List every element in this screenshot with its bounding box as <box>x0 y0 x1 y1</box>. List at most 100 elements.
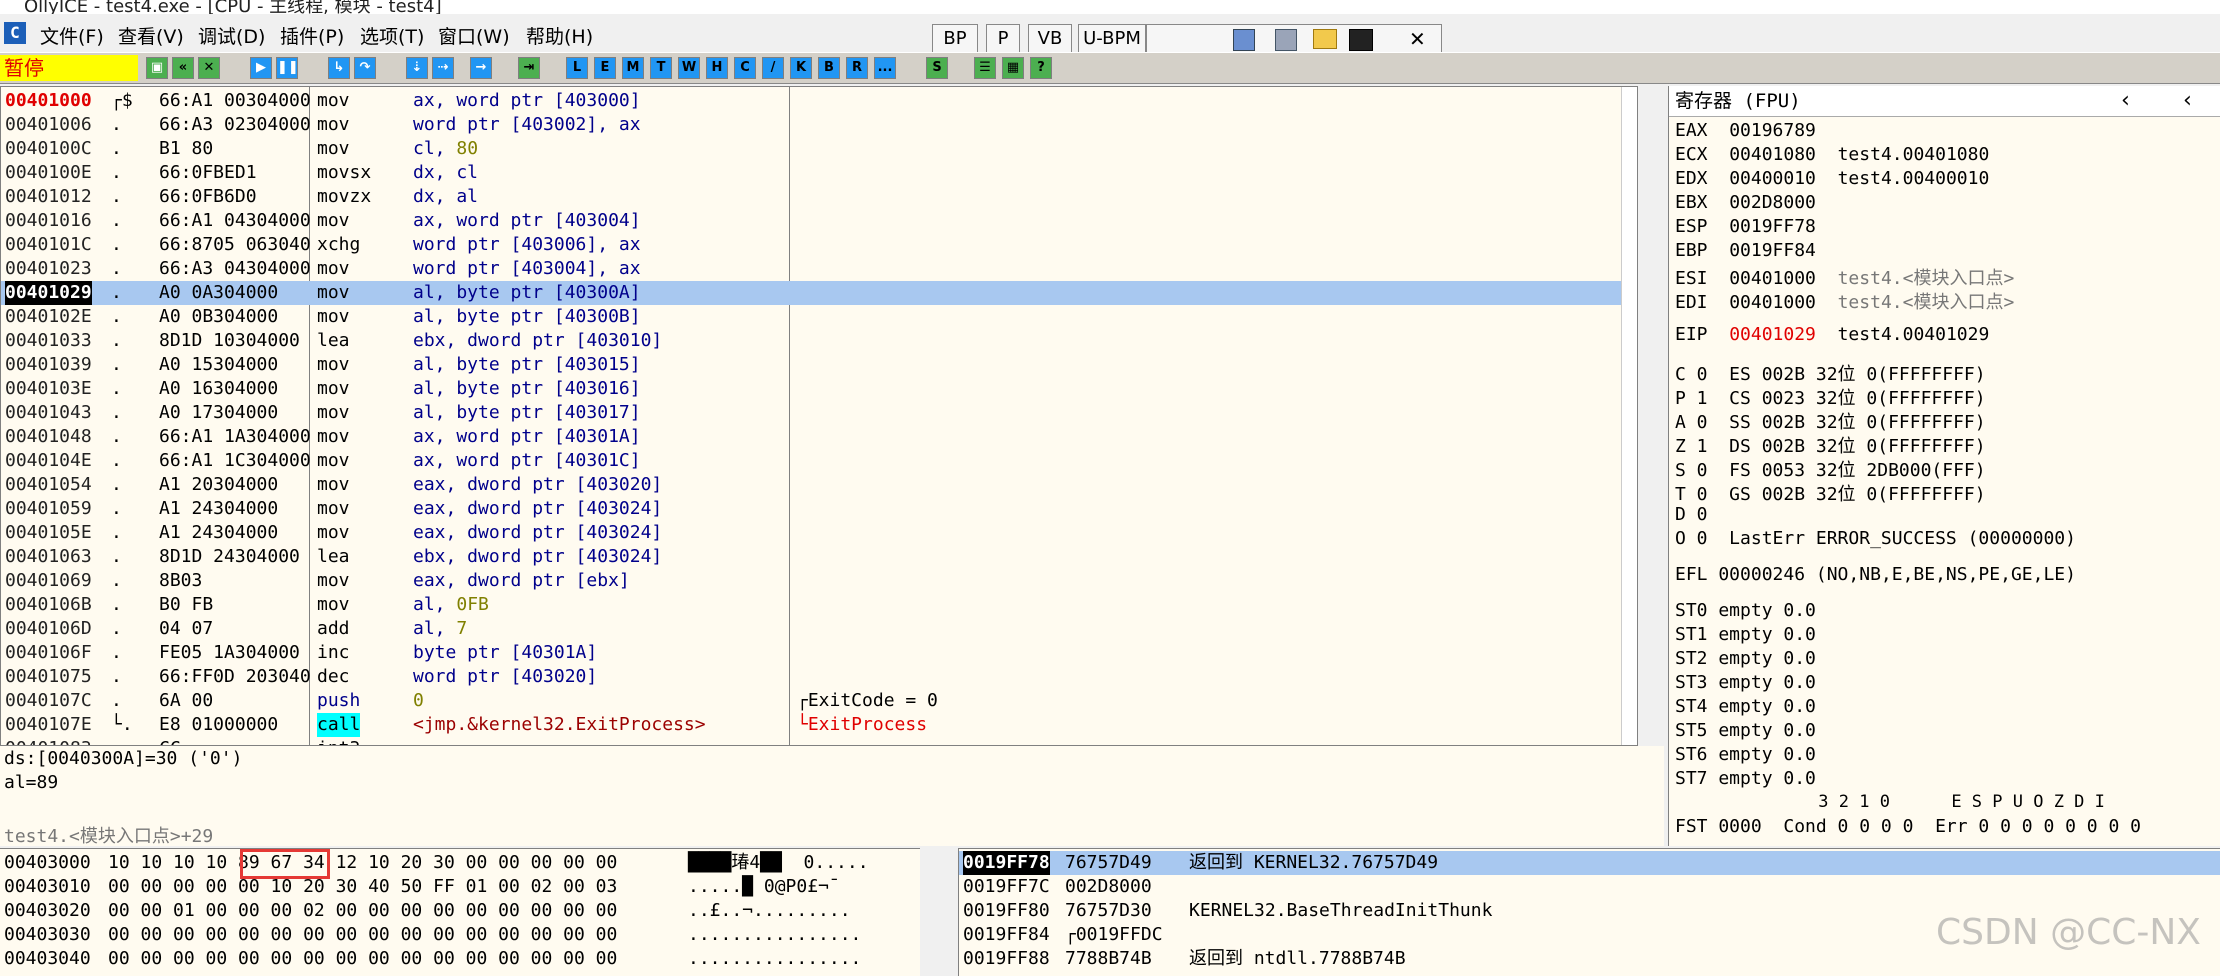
step-over-icon[interactable]: ↷ <box>354 57 376 79</box>
fpu-register-row[interactable]: ST0 empty 0.0 <box>1675 600 1816 621</box>
p-button[interactable]: P <box>986 24 1020 54</box>
disasm-row[interactable]: 0040105E. A1 24304000 mov eax, dword ptr [4… <box>1 521 1637 545</box>
toolbar-m-button[interactable]: M <box>622 57 644 79</box>
disasm-row[interactable]: 0040102E. A0 0B304000 mov al, byte ptr [403… <box>1 305 1637 329</box>
disasm-row[interactable]: 0040107C. 6A 00 push 0 ┌ExitCode = 0 <box>1 689 1637 713</box>
fpu-register-row[interactable]: ST7 empty 0.0 <box>1675 768 1816 789</box>
register-ebx[interactable]: EBX 002D8000 <box>1675 192 1838 213</box>
menu-file[interactable]: 文件(F) <box>40 22 104 49</box>
register-edx[interactable]: EDX 00400010 test4.00400010 <box>1675 168 1989 189</box>
disasm-row[interactable]: 0040106D. 04 07 add al, 7 <box>1 617 1637 641</box>
disasm-row[interactable]: 00401012. 66:0FB6D0 movzx dx, al <box>1 185 1637 209</box>
grid-icon[interactable]: ▦ <box>1002 57 1024 79</box>
toolbar-e-button[interactable]: E <box>594 57 616 79</box>
flag-row[interactable]: D 0 <box>1675 504 1708 525</box>
toolbar-k-button[interactable]: K <box>790 57 812 79</box>
disasm-row[interactable]: 00401043. A0 17304000 mov al, byte ptr [403… <box>1 401 1637 425</box>
toolbar-slash-button[interactable]: / <box>762 57 784 79</box>
goto-icon[interactable]: ⇥ <box>518 57 540 79</box>
fpu-register-row[interactable]: ST6 empty 0.0 <box>1675 744 1816 765</box>
register-ecx[interactable]: ECX 00401080 test4.00401080 <box>1675 144 1989 165</box>
disasm-row[interactable]: 00401083 CC int3 <box>1 737 1637 745</box>
folder-icon[interactable] <box>1313 29 1337 49</box>
menu-options[interactable]: 选项(T) <box>360 22 424 49</box>
disasm-row[interactable]: 00401054. A1 20304000 mov eax, dword ptr [4… <box>1 473 1637 497</box>
toolbar-r-button[interactable]: R <box>846 57 868 79</box>
stack-row[interactable]: 0019FF78 76757D49 返回到 KERNEL32.76757D49 <box>959 851 2220 875</box>
ubpm-button[interactable]: U-BPM <box>1078 24 1146 54</box>
toolbar-w-button[interactable]: W <box>678 57 700 79</box>
disasm-row[interactable]: 00401006. 66:A3 02304000 mov word ptr [4030… <box>1 113 1637 137</box>
help-icon[interactable]: ? <box>1030 57 1052 79</box>
toolbar-s-button[interactable]: S <box>926 57 948 79</box>
module-icon[interactable] <box>1233 29 1255 51</box>
eflags-row[interactable]: EFL 00000246 (NO,NB,E,BE,NS,PE,GE,LE) <box>1675 564 2076 585</box>
disasm-row[interactable]: 00401029. A0 0A304000 mov al, byte ptr [403… <box>1 281 1637 305</box>
bp-button[interactable]: BP <box>932 24 978 54</box>
disasm-row[interactable]: 00401059. A1 24304000 mov eax, dword ptr [4… <box>1 497 1637 521</box>
toolbar-c-button[interactable]: C <box>734 57 756 79</box>
disasm-row[interactable]: 00401023. 66:A3 04304000 mov word ptr [4030… <box>1 257 1637 281</box>
disasm-row[interactable]: 00401075. 66:FF0D 20304000 dec word ptr [40… <box>1 665 1637 689</box>
fst-row[interactable]: FST 0000 Cond 0 0 0 0 Err 0 0 0 0 0 0 0 … <box>1675 816 2141 837</box>
disasm-row[interactable]: 0040104E. 66:A1 1C304000 mov ax, word ptr [… <box>1 449 1637 473</box>
vb-button[interactable]: VB <box>1028 24 1072 54</box>
trace-into-icon[interactable]: ⇣ <box>406 57 428 79</box>
fpu-register-row[interactable]: ST3 empty 0.0 <box>1675 672 1816 693</box>
disasm-row[interactable]: 0040106F. FE05 1A304000 inc byte ptr [40301… <box>1 641 1637 665</box>
disasm-row[interactable]: 0040107E └. E8 01000000 call <jmp.&kernel32.… <box>1 713 1637 737</box>
disasm-row[interactable]: 00401039. A0 15304000 mov al, byte ptr [403… <box>1 353 1637 377</box>
pause-icon[interactable]: ❚❚ <box>276 57 299 79</box>
stack-row[interactable]: 0019FF7C 002D8000 <box>959 875 2220 899</box>
toolbar-h-button[interactable]: H <box>706 57 728 79</box>
restart-icon[interactable]: « <box>172 57 194 79</box>
execute-till-return-icon[interactable]: → <box>470 57 492 79</box>
chevron-left-icon[interactable]: ‹ <box>2119 86 2132 116</box>
toolbar-l-button[interactable]: L <box>566 57 588 79</box>
disasm-row[interactable]: 0040100C. B1 80 mov cl, 80 <box>1 137 1637 161</box>
menu-plugins[interactable]: 插件(P) <box>280 22 344 49</box>
flag-row[interactable]: A 0 SS 002B 32位 0(FFFFFFFF) <box>1675 408 1986 434</box>
disasm-scrollbar[interactable] <box>1621 87 1637 745</box>
open-icon[interactable]: ▣ <box>146 57 168 79</box>
fpu-register-row[interactable]: ST1 empty 0.0 <box>1675 624 1816 645</box>
menu-window[interactable]: 窗口(W) <box>438 22 510 49</box>
flag-row[interactable]: Z 1 DS 002B 32位 0(FFFFFFFF) <box>1675 432 1986 458</box>
flag-row[interactable]: S 0 FS 0053 32位 2DB000(FFF) <box>1675 456 1986 482</box>
register-esi[interactable]: ESI 00401000 test4.<模块入口点> <box>1675 264 2014 290</box>
disasm-row[interactable]: 00401033. 8D1D 10304000 lea ebx, dword ptr … <box>1 329 1637 353</box>
flag-row[interactable]: O 0 LastErr ERROR_SUCCESS (00000000) <box>1675 528 2076 549</box>
register-edi[interactable]: EDI 00401000 test4.<模块入口点> <box>1675 288 2014 314</box>
register-eip[interactable]: EIP 00401029 test4.00401029 <box>1675 324 1989 345</box>
registers-pane[interactable]: 寄存器 (FPU) ‹ ‹ EAX 00196789 ECX 00401080 … <box>1668 86 2220 846</box>
disasm-row[interactable]: 00401069. 8B03 mov eax, dword ptr [ebx] <box>1 569 1637 593</box>
app-icon[interactable]: C <box>4 22 26 44</box>
fst-header-row[interactable]: 3 2 1 0 E S P U O Z D I <box>1675 792 2105 812</box>
disasm-row[interactable]: 0040106B. B0 FB mov al, 0FB <box>1 593 1637 617</box>
fpu-register-row[interactable]: ST4 empty 0.0 <box>1675 696 1816 717</box>
run-icon[interactable]: ▶ <box>250 57 272 79</box>
flag-row[interactable]: C 0 ES 002B 32位 0(FFFFFFFF) <box>1675 360 1986 386</box>
disasm-row[interactable]: 00401016. 66:A1 04304000 mov ax, word ptr [… <box>1 209 1637 233</box>
menu-debug[interactable]: 调试(D) <box>198 22 265 49</box>
toolbar-b-button[interactable]: B <box>818 57 840 79</box>
disasm-row[interactable]: 00401048. 66:A1 1A304000 mov ax, word ptr [… <box>1 425 1637 449</box>
disassembly-pane[interactable]: 00401000 ┌$ 66:A1 00304000 mov ax, word ptr … <box>0 86 1638 746</box>
disasm-row[interactable]: 00401063. 8D1D 24304000 lea ebx, dword ptr … <box>1 545 1637 569</box>
register-eax[interactable]: EAX 00196789 <box>1675 120 1838 141</box>
disasm-row[interactable]: 0040100E. 66:0FBED1 movsx dx, cl <box>1 161 1637 185</box>
toolbar-t-button[interactable]: T <box>650 57 672 79</box>
step-into-icon[interactable]: ↳ <box>328 57 350 79</box>
chevron-left-icon[interactable]: ‹ <box>2181 86 2194 116</box>
disasm-row[interactable]: 00401000 ┌$ 66:A1 00304000 mov ax, word ptr … <box>1 89 1637 113</box>
flag-row[interactable]: T 0 GS 002B 32位 0(FFFFFFFF) <box>1675 480 1986 506</box>
toolbar-ellipsis-button[interactable]: ... <box>874 57 896 79</box>
list-icon[interactable]: ☰ <box>974 57 996 79</box>
register-ebp[interactable]: EBP 0019FF84 <box>1675 240 1838 261</box>
menu-help[interactable]: 帮助(H) <box>526 22 593 49</box>
disasm-row[interactable]: 0040103E. A0 16304000 mov al, byte ptr [403… <box>1 377 1637 401</box>
menu-view[interactable]: 查看(V) <box>118 22 184 49</box>
fpu-register-row[interactable]: ST2 empty 0.0 <box>1675 648 1816 669</box>
disasm-row[interactable]: 0040101C. 66:8705 06304000 xchg word ptr [4… <box>1 233 1637 257</box>
memory-icon[interactable] <box>1275 29 1297 51</box>
